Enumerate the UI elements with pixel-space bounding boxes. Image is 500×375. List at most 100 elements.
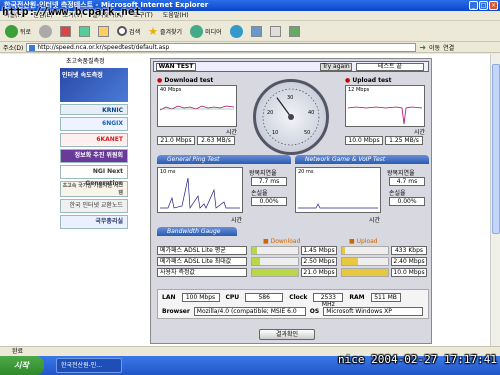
- menu-help[interactable]: 도움말(H): [163, 11, 189, 20]
- gauge-label-50: 50: [304, 130, 310, 136]
- go-arrow-icon[interactable]: ➜: [419, 43, 426, 52]
- bandwidth-row: 메가패스 ADSL Lite 평균 1.45 Mbps 433 Kbps: [157, 246, 429, 255]
- download-section: ● Download test 40 Mbps 시간 21.0 Mbps 2.6…: [157, 77, 237, 151]
- links-label[interactable]: 연결: [443, 43, 454, 52]
- test-status: 테스트 끝: [356, 63, 424, 71]
- address-input[interactable]: http://speed.nca.or.kr/speedtest/default…: [26, 42, 417, 52]
- nav-ngi[interactable]: NGI Next Generation: [60, 165, 128, 187]
- upload-graph: 12 Mbps: [345, 85, 425, 127]
- upload-value: 433 Kbps: [391, 246, 427, 255]
- upload-bar: [342, 269, 388, 276]
- ping-section: General Ping Test 10 ms 시간 왕복지연율 7.7 ms …: [157, 155, 291, 224]
- ping-graph-svg: [160, 177, 240, 210]
- upload-line: [347, 106, 423, 125]
- voip-section: Network Game & VoIP Test 20 ms 시간 왕복지연율 …: [295, 155, 429, 224]
- download-bar: [252, 258, 261, 265]
- scrollbar-thumb[interactable]: [492, 64, 500, 234]
- upload-icon: ●: [345, 77, 351, 84]
- upload-value: 2.40 Mbps: [391, 257, 427, 266]
- edit-button[interactable]: [287, 23, 302, 40]
- cpu-value: 586: [245, 293, 284, 302]
- nav-6ngix[interactable]: 6NGIX: [60, 117, 128, 131]
- upload-bar: [342, 247, 345, 254]
- print-button[interactable]: [268, 23, 283, 40]
- maximize-icon[interactable]: □: [479, 1, 488, 10]
- ping-loss: 0.00%: [251, 197, 287, 206]
- search-button[interactable]: 검색: [115, 23, 142, 40]
- voip-graph-svg: [298, 203, 378, 209]
- bandwidth-download-label: Download: [270, 238, 301, 245]
- ping-line: [160, 177, 240, 210]
- history-button[interactable]: [228, 23, 245, 40]
- try-again-button[interactable]: Try again: [320, 63, 352, 71]
- download-graph: 40 Mbps: [157, 85, 237, 127]
- media-icon: [190, 24, 204, 38]
- os-label: OS: [309, 308, 320, 315]
- nav-main-banner[interactable]: 인터넷 속도측정: [60, 68, 128, 102]
- nav-committee[interactable]: 정보화 추진 위원회: [60, 149, 128, 163]
- go-button[interactable]: 이동: [429, 43, 440, 52]
- nav-6kanet[interactable]: 6KANET: [60, 133, 128, 147]
- timestamp-overlay: nice 2004-02-27 17:17:41: [338, 353, 497, 366]
- bandwidth-rows: 메가패스 ADSL Lite 평균 1.45 Mbps 433 Kbps 메가패스 A…: [157, 246, 429, 278]
- nav-support-system[interactable]: 초고속 국가망 기술지원 시스템: [60, 181, 128, 197]
- ping-loss-label: 손실율: [251, 190, 268, 197]
- download-bar: [252, 269, 298, 276]
- download-graph-svg: [159, 105, 235, 111]
- gauge-label-20: 20: [267, 110, 273, 116]
- upload-title: Upload test: [352, 77, 392, 84]
- back-button[interactable]: 뒤로: [3, 23, 33, 40]
- download-value: 21.0 Mbps: [301, 268, 337, 277]
- lan-label: LAN: [162, 294, 176, 301]
- nav-krnic[interactable]: KRNIC: [60, 104, 128, 115]
- nav-exchange-node[interactable]: 한국 인터넷 교환노드: [60, 199, 128, 213]
- bandwidth-row-name: 사용자 측정값: [157, 268, 247, 277]
- home-icon: [98, 25, 110, 37]
- gauge-svg: 10 20 30 40 50: [262, 88, 320, 146]
- tab-wan-test[interactable]: WAN TEST: [156, 63, 196, 71]
- address-label: 주소(D): [3, 44, 24, 52]
- browser-label: Browser: [162, 308, 190, 315]
- nav-pm-office[interactable]: 국무총리실: [60, 215, 128, 229]
- mail-button[interactable]: [249, 23, 264, 40]
- minimize-icon[interactable]: _: [469, 1, 478, 10]
- favorites-button[interactable]: ★ 즐겨찾기: [146, 23, 184, 40]
- bandwidth-section: Bandwidth Gauge ■ Download ■ Upload 메가패스…: [157, 227, 429, 279]
- ping-graph: 10 ms: [157, 167, 243, 213]
- refresh-button[interactable]: [77, 23, 92, 40]
- ping-header: General Ping Test: [157, 155, 291, 164]
- result-button[interactable]: 결과확인: [259, 329, 315, 340]
- download-value: 1.45 Mbps: [301, 246, 337, 255]
- download-bar-track: [251, 246, 299, 255]
- window-buttons: _ □ ×: [469, 1, 498, 10]
- voip-header: Network Game & VoIP Test: [295, 155, 429, 164]
- gauge-label-40: 40: [308, 110, 314, 116]
- close-icon[interactable]: ×: [489, 1, 498, 10]
- forward-button[interactable]: [37, 23, 54, 40]
- voip-rtt-label: 왕복지연율: [387, 170, 415, 177]
- upload-bytes: 1.25 MB/s: [385, 136, 423, 145]
- media-button[interactable]: 미디어: [188, 23, 224, 40]
- start-button[interactable]: 시작: [0, 356, 44, 375]
- vertical-scrollbar[interactable]: [490, 54, 500, 346]
- gauge-hub: [288, 114, 294, 120]
- history-icon: [229, 24, 243, 38]
- stop-button[interactable]: [58, 23, 73, 40]
- upload-bar: [342, 258, 358, 265]
- watermark-text: http://www.bcpark.net: [2, 5, 142, 18]
- star-icon: ★: [148, 24, 158, 38]
- bandwidth-row-name: 메가패스 ADSL Lite 평균: [157, 246, 247, 255]
- voip-graph: 20 ms: [295, 167, 381, 213]
- voip-loss-label: 손실율: [389, 190, 406, 197]
- print-icon: [269, 25, 281, 37]
- edit-icon: [288, 25, 300, 37]
- home-button[interactable]: [96, 23, 111, 40]
- voip-line: [298, 203, 378, 209]
- taskbar-item-ie[interactable]: 한국전산원-인...: [56, 358, 122, 373]
- ie-page-icon: [29, 44, 36, 51]
- voip-loss: 0.00%: [389, 197, 425, 206]
- upload-section: ● Upload test 12 Mbps 시간 10.0 Mbps 1.25 …: [345, 77, 425, 151]
- cpu-label: CPU: [225, 294, 240, 301]
- address-bar: 주소(D) http://speed.nca.or.kr/speedtest/d…: [0, 42, 500, 53]
- ping-rtt: 7.7 ms: [251, 177, 287, 186]
